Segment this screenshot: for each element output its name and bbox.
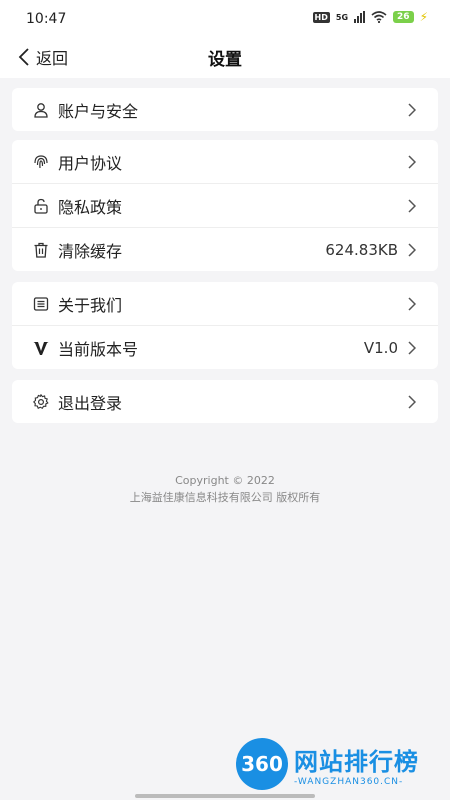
gear-icon: [33, 393, 49, 410]
chevron-right-icon: [408, 340, 416, 355]
navigation-bar: 返回 设置: [0, 36, 450, 78]
chevron-right-icon: [408, 394, 416, 409]
document-icon: [33, 296, 49, 312]
user-icon: [33, 102, 49, 118]
menu-item-about-us[interactable]: 关于我们: [12, 282, 438, 325]
chevron-right-icon: [408, 242, 416, 257]
settings-group-account: 账户与安全: [12, 88, 438, 131]
watermark-url: -WANGZHAN360.CN-: [294, 776, 404, 787]
watermark-name: 网站排行榜: [294, 747, 419, 776]
menu-item-label: 用户协议: [58, 153, 123, 173]
menu-item-clear-cache[interactable]: 清除缓存 624.83KB: [12, 227, 438, 271]
menu-item-label: 账户与安全: [58, 101, 139, 121]
chevron-left-icon: [18, 48, 29, 66]
copyright-text: Copyright © 2022: [175, 474, 275, 487]
charging-icon: ⚡: [419, 10, 428, 24]
cache-size-value: 624.83KB: [325, 240, 398, 259]
menu-item-label: 退出登录: [58, 393, 123, 413]
menu-item-label: 当前版本号: [58, 339, 139, 359]
network-label: 5G: [335, 12, 349, 22]
wifi-icon: [371, 11, 387, 23]
trash-icon: [33, 242, 49, 258]
battery-indicator: 26: [393, 11, 414, 23]
menu-item-logout[interactable]: 退出登录: [12, 380, 438, 423]
menu-item-label: 清除缓存: [58, 241, 123, 261]
menu-item-version[interactable]: 当前版本号 V1.0: [12, 325, 438, 369]
unlock-icon: [33, 198, 49, 214]
status-time: 10:47: [26, 11, 67, 27]
menu-item-privacy-policy[interactable]: 隐私政策: [12, 183, 438, 227]
menu-item-label: 隐私政策: [58, 197, 123, 217]
hd-icon: HD: [312, 11, 330, 23]
status-icons: HD 5G 26 ⚡: [312, 10, 428, 24]
watermark-logo: 360: [236, 738, 288, 790]
fingerprint-icon: [33, 154, 49, 170]
watermark: 360 网站排行榜 -WANGZHAN360.CN-: [236, 738, 419, 790]
chevron-right-icon: [408, 154, 416, 169]
chevron-right-icon: [408, 198, 416, 213]
back-label: 返回: [36, 49, 69, 68]
status-bar: 10:47 HD 5G 26 ⚡: [0, 0, 450, 36]
version-value: V1.0: [363, 338, 398, 357]
version-v-icon: [33, 340, 49, 356]
settings-group-about: 关于我们 当前版本号 V1.0: [12, 282, 438, 369]
home-indicator[interactable]: [135, 794, 315, 798]
company-text: 上海益佳康信息科技有限公司 版权所有: [129, 491, 321, 504]
chevron-right-icon: [408, 102, 416, 117]
settings-group-policy: 用户协议 隐私政策 清除缓存 624.83KB: [12, 140, 438, 271]
menu-item-user-agreement[interactable]: 用户协议: [12, 140, 438, 183]
signal-icon: [354, 11, 366, 23]
menu-item-label: 关于我们: [58, 295, 123, 315]
back-button[interactable]: 返回: [18, 45, 68, 69]
menu-item-account-security[interactable]: 账户与安全: [12, 88, 438, 131]
chevron-right-icon: [408, 296, 416, 311]
settings-group-logout: 退出登录: [12, 380, 438, 423]
